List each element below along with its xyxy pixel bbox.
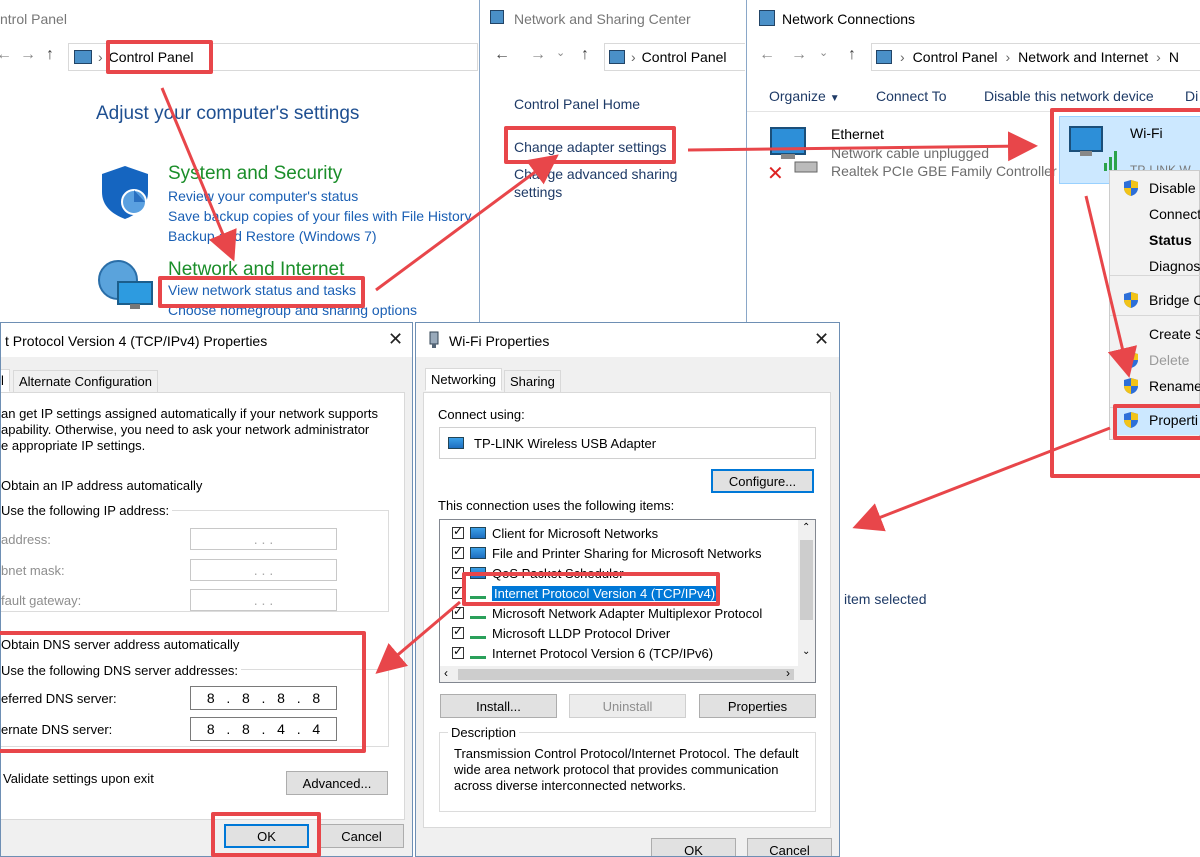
annotation-arrows — [160, 87, 1138, 674]
arrow-5 — [852, 426, 1111, 532]
arrow-2 — [375, 154, 559, 292]
arrow-4 — [1084, 195, 1138, 378]
arrow-1 — [160, 87, 237, 262]
arrow-3 — [687, 131, 1038, 162]
arrow-6 — [375, 600, 461, 674]
